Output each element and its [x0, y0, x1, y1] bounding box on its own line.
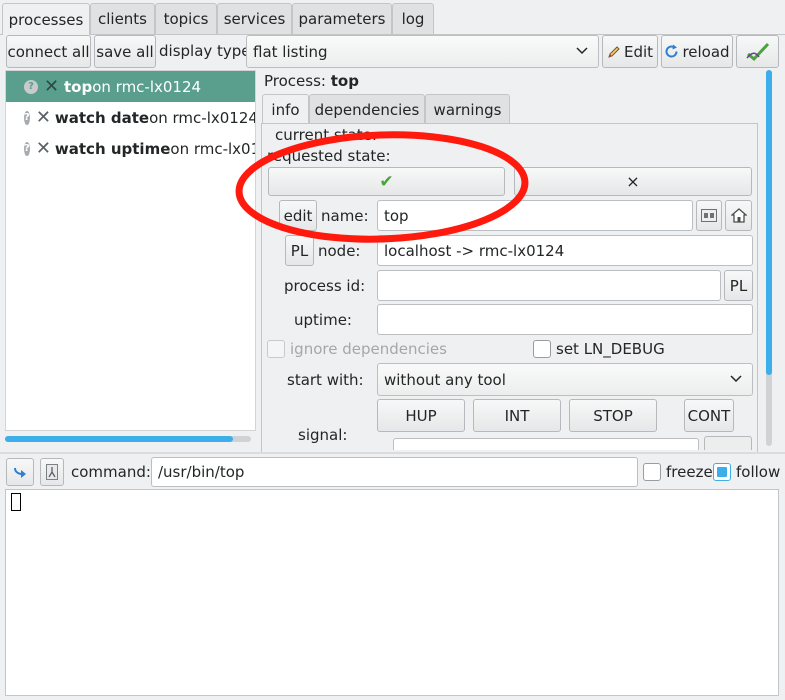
- terminal-output[interactable]: [5, 489, 779, 696]
- ln-debug-label: set LN_DEBUG: [556, 340, 665, 358]
- node-label: node:: [318, 242, 361, 260]
- pl-node-button[interactable]: PL: [285, 235, 314, 266]
- start-with-value: without any tool: [384, 370, 506, 389]
- freeze-checkbox[interactable]: [643, 463, 661, 481]
- process-id-label: process id:: [284, 277, 366, 295]
- clear-log-button[interactable]: [40, 458, 64, 486]
- reload-label: reload: [682, 42, 730, 61]
- signal-input-clipped[interactable]: [393, 438, 699, 450]
- broom-icon: [46, 464, 58, 480]
- splitter[interactable]: [0, 452, 785, 454]
- horizontal-scrollbar[interactable]: [5, 436, 251, 442]
- scroll-to-end-button[interactable]: [6, 458, 34, 486]
- question-icon: ?: [24, 110, 30, 125]
- uptime-label: uptime:: [294, 311, 352, 329]
- tab-topics[interactable]: topics: [155, 3, 217, 34]
- list-item[interactable]: ? ✕ top on rmc-lx0124: [6, 71, 255, 102]
- process-title-name: top: [330, 72, 359, 90]
- tab-parameters[interactable]: parameters: [292, 3, 392, 34]
- apply-button[interactable]: [736, 35, 779, 68]
- terminal-button[interactable]: [696, 200, 722, 231]
- pl-process-id-button[interactable]: PL: [724, 270, 753, 301]
- tab-warnings[interactable]: warnings: [425, 94, 510, 124]
- command-field[interactable]: /usr/bin/top: [151, 457, 638, 487]
- home-icon: [730, 208, 747, 223]
- tab-dependencies[interactable]: dependencies: [309, 94, 425, 124]
- display-type-select[interactable]: flat listing: [246, 35, 599, 68]
- tab-log[interactable]: log: [392, 3, 434, 34]
- process-host: on rmc-lx0124: [170, 139, 255, 158]
- start-with-label: start with:: [287, 371, 364, 389]
- question-icon: ?: [24, 141, 30, 156]
- list-item[interactable]: ? ✕ watch date on rmc-lx0124: [6, 102, 255, 133]
- command-label: command:: [71, 463, 151, 481]
- process-host: on rmc-lx0124: [149, 108, 255, 127]
- connect-all-button[interactable]: connect all: [6, 35, 91, 68]
- list-item[interactable]: ? ✕ watch uptime on rmc-lx0124: [6, 133, 255, 164]
- edit-button[interactable]: Edit: [602, 35, 658, 68]
- signal-send-button-clipped[interactable]: [704, 436, 752, 450]
- current-state-label: current state:: [275, 126, 377, 144]
- signal-int-button[interactable]: INT: [473, 399, 561, 432]
- signal-stop-button[interactable]: STOP: [569, 399, 657, 432]
- node-field[interactable]: localhost -> rmc-lx0124: [377, 235, 753, 266]
- arrow-down-icon: [12, 464, 28, 480]
- process-name: top: [64, 77, 93, 96]
- vertical-scrollbar[interactable]: [766, 70, 772, 446]
- request-stop-button[interactable]: ×: [514, 167, 752, 196]
- follow-checkbox[interactable]: [713, 463, 731, 481]
- ln-debug-checkbox[interactable]: [533, 340, 551, 358]
- name-label: name:: [321, 207, 369, 225]
- signal-hup-button[interactable]: HUP: [377, 399, 465, 432]
- checkmark-icon: ✔: [379, 171, 394, 192]
- scrollbar-thumb[interactable]: [5, 436, 233, 442]
- close-icon: ✕: [35, 106, 51, 128]
- reload-button[interactable]: reload: [661, 35, 733, 68]
- process-id-field[interactable]: [377, 270, 721, 301]
- close-icon: ×: [626, 172, 640, 191]
- display-type-value: flat listing: [253, 42, 328, 61]
- freeze-label: freeze: [666, 463, 713, 481]
- close-icon: ✕: [35, 137, 51, 159]
- checkmark-icon: [745, 41, 771, 63]
- process-name: watch date: [54, 108, 150, 127]
- pencil-icon: [607, 45, 621, 59]
- home-button[interactable]: [725, 200, 752, 231]
- question-icon: ?: [24, 79, 38, 94]
- ignore-dependencies-checkbox[interactable]: [267, 340, 285, 358]
- scrollbar-thumb[interactable]: [766, 70, 772, 375]
- process-title: Process: top: [264, 72, 359, 90]
- process-title-prefix: Process:: [264, 72, 331, 90]
- edit-label: Edit: [623, 42, 654, 61]
- tab-clients[interactable]: clients: [90, 3, 155, 34]
- process-host: on rmc-lx0124: [92, 77, 202, 96]
- name-field[interactable]: top: [377, 200, 693, 231]
- uptime-field[interactable]: [377, 304, 753, 335]
- edit-name-button[interactable]: edit: [279, 200, 317, 231]
- signal-cont-button[interactable]: CONT: [684, 399, 734, 432]
- follow-label: follow: [736, 463, 781, 481]
- display-type-label: display type:: [159, 42, 256, 60]
- reload-icon: [664, 44, 679, 59]
- follow-checkbox-mark: [717, 467, 727, 477]
- signal-label: signal:: [298, 426, 348, 444]
- tab-info[interactable]: info: [262, 94, 309, 124]
- save-all-button[interactable]: save all: [94, 35, 156, 68]
- start-with-select[interactable]: without any tool: [377, 363, 753, 396]
- chevron-down-icon: [730, 370, 742, 392]
- process-name: watch uptime: [54, 139, 171, 158]
- terminal-icon: [701, 209, 717, 222]
- chevron-down-icon: [576, 42, 588, 64]
- close-icon: ✕: [44, 75, 60, 97]
- ignore-dependencies-label: ignore dependencies: [290, 340, 447, 358]
- tab-processes[interactable]: processes: [2, 3, 90, 35]
- requested-state-label: requested state:: [267, 147, 391, 165]
- request-start-button[interactable]: ✔: [268, 167, 505, 196]
- tab-services[interactable]: services: [217, 3, 292, 34]
- terminal-cursor: [11, 493, 21, 511]
